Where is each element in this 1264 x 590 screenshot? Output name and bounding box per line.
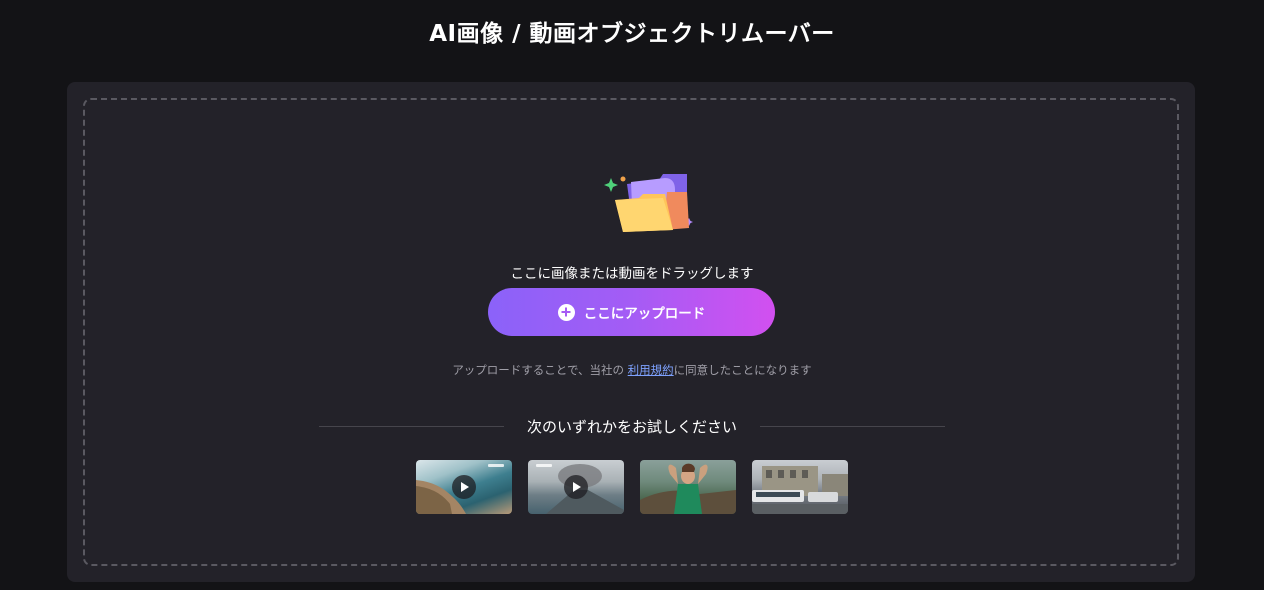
upload-panel: ここに画像または動画をドラッグします ここにアップロード アップロードすることで… (67, 82, 1195, 582)
sample-thumbnail-woman-photo[interactable] (640, 460, 736, 514)
play-icon (564, 475, 588, 499)
folder-illustration-icon (604, 174, 693, 232)
sample-thumbnail-street-photo[interactable] (752, 460, 848, 514)
sample-thumbnail-volcano-video[interactable] (528, 460, 624, 514)
watermark-mark (488, 464, 504, 467)
play-icon (452, 475, 476, 499)
upload-button-label: ここにアップロード (583, 306, 706, 322)
woman-scene (640, 463, 736, 514)
street-scene (752, 466, 848, 514)
samples-heading: 次のいずれかをお試しください (526, 418, 737, 436)
terms-suffix: に同意したことになります (673, 363, 812, 377)
watermark-mark (536, 464, 552, 467)
divider-right (760, 426, 945, 427)
terms-notice: アップロードすることで、当社の 利用規約に同意したことになります (85, 362, 1179, 378)
drag-instruction: ここに画像または動画をドラッグします (510, 266, 754, 282)
terms-prefix: アップロードすることで、当社の (452, 363, 628, 377)
sample-thumbnail-coast-video[interactable] (416, 460, 512, 514)
drop-zone[interactable]: ここに画像または動画をドラッグします ここにアップロード アップロードすることで… (83, 98, 1179, 566)
page-title: AI画像 / 動画オブジェクトリムーバー (429, 21, 835, 47)
plus-circle-icon (557, 303, 575, 321)
upload-button[interactable]: ここにアップロード (488, 288, 775, 336)
terms-of-use-link[interactable]: 利用規約 (628, 363, 674, 377)
